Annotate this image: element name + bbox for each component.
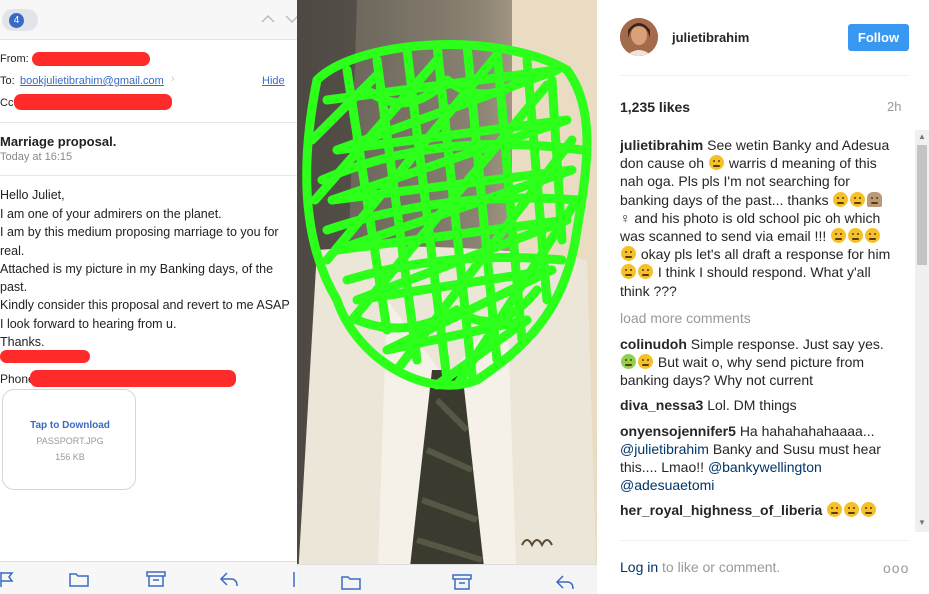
neutral-face-icon xyxy=(833,191,849,207)
caption-text: okay pls let's all draft a response for … xyxy=(640,246,891,263)
rofl-face-icon xyxy=(861,502,877,518)
screenshot-collage: 4 From: To: bookjulietibrahim@gmail.com … xyxy=(0,0,929,594)
compose-icon[interactable] xyxy=(290,570,297,588)
to-address-link[interactable]: bookjulietibrahim@gmail.com xyxy=(20,75,164,87)
hide-link[interactable]: Hide xyxy=(262,75,285,87)
chevron-up-icon[interactable] xyxy=(261,12,275,26)
body-line: I am one of your admirers on the planet. xyxy=(0,207,222,221)
body-line: Attached is my picture in my Banking day… xyxy=(0,262,274,276)
scroll-thumb[interactable] xyxy=(917,145,927,265)
post-time[interactable]: 2h xyxy=(887,99,901,114)
comment-username[interactable]: her_royal_highness_of_liberia xyxy=(620,502,822,518)
comment-username[interactable]: colinudoh xyxy=(620,336,687,352)
tongue-face-icon xyxy=(638,354,653,370)
redaction-from xyxy=(32,52,150,66)
astonished-face-icon xyxy=(708,155,724,171)
body-line: I am by this medium proposing marriage t… xyxy=(0,225,279,239)
person-shrugging-icon xyxy=(867,191,883,207)
divider xyxy=(620,75,909,76)
flag-icon[interactable] xyxy=(0,570,18,588)
thinking-face-icon xyxy=(831,228,847,244)
divider xyxy=(0,122,297,123)
comment: her_royal_highness_of_liberia xyxy=(620,501,892,519)
thinking-face-icon xyxy=(621,246,636,262)
comments-list: julietibrahim See wetin Banky and Adesua… xyxy=(620,136,892,532)
comments-scrollbar[interactable]: ▲ ▼ xyxy=(915,130,929,532)
redaction-signature xyxy=(0,350,90,363)
thinking-face-icon xyxy=(638,264,653,280)
archive-icon[interactable] xyxy=(452,573,472,591)
email-toolbar xyxy=(0,561,297,594)
comment-username[interactable]: diva_nessa3 xyxy=(620,397,703,413)
comment: colinudoh Simple response. Just say yes.… xyxy=(620,335,892,390)
chevron-down-icon[interactable] xyxy=(285,12,297,26)
instagram-panel: julietibrahim Follow 1,235 likes 2h juli… xyxy=(597,0,929,594)
caption: julietibrahim See wetin Banky and Adesua… xyxy=(620,137,891,299)
redaction-cc xyxy=(14,94,172,110)
to-label: To: xyxy=(0,75,15,87)
folder-icon[interactable] xyxy=(69,570,89,588)
comment: diva_nessa3 Lol. DM things xyxy=(620,396,892,414)
email-date: Today at 16:15 xyxy=(0,151,73,163)
passport-photo xyxy=(297,0,597,594)
rofl-face-icon xyxy=(827,502,843,518)
email-panel: 4 From: To: bookjulietibrahim@gmail.com … xyxy=(0,0,297,594)
redaction-phones xyxy=(30,370,236,387)
load-more-comments[interactable]: load more comments xyxy=(620,310,892,326)
avatar[interactable] xyxy=(620,18,658,56)
thinking-face-icon xyxy=(850,191,866,207)
likes-count[interactable]: 1,235 likes xyxy=(620,99,690,115)
follow-button[interactable]: Follow xyxy=(848,24,909,51)
login-prompt: Log in to like or comment. xyxy=(620,559,780,575)
divider xyxy=(0,175,297,176)
tap-to-download[interactable]: Tap to Download xyxy=(3,420,137,431)
thinking-face-icon xyxy=(848,228,864,244)
caption-text: I think I should respond. What y'all thi… xyxy=(620,264,871,299)
body-line: Hello Juliet, xyxy=(0,188,65,202)
from-label: From: xyxy=(0,53,29,65)
folder-icon[interactable] xyxy=(341,573,361,591)
attachment-filename: PASSPORT.JPG xyxy=(36,436,104,446)
archive-icon[interactable] xyxy=(146,570,166,588)
photo-image xyxy=(297,0,597,594)
comment-text: Simple response. Just say yes. xyxy=(690,335,884,352)
scroll-up-arrow-icon[interactable]: ▲ xyxy=(918,133,926,141)
photo-toolbar xyxy=(297,564,597,594)
body-line: past. xyxy=(0,280,28,294)
scroll-down-arrow-icon[interactable]: ▼ xyxy=(918,519,926,527)
email-top-bar: 4 xyxy=(0,0,297,40)
rofl-face-icon xyxy=(844,502,860,518)
more-options-button[interactable]: ooo xyxy=(883,560,909,576)
header-username[interactable]: julietibrahim xyxy=(672,30,749,45)
comment-text: Ha hahahahahaaaa... xyxy=(739,422,875,439)
thinking-face-icon xyxy=(621,264,636,280)
body-line: Thanks. xyxy=(0,335,45,349)
mention-link[interactable]: @adesuaetomi xyxy=(620,477,714,493)
login-link[interactable]: Log in xyxy=(620,559,658,575)
login-prompt-text: to like or comment. xyxy=(662,559,781,575)
chevron-right-icon: › xyxy=(171,73,175,85)
unread-badge[interactable]: 4 xyxy=(9,13,24,28)
attachment-card[interactable]: Tap to Download PASSPORT.JPG 156 KB xyxy=(2,389,136,490)
alien-icon xyxy=(621,354,636,370)
body-line: Kindly consider this proposal and revert… xyxy=(0,298,290,312)
comment-text: But wait o, why send picture from bankin… xyxy=(620,354,865,389)
body-line: real. xyxy=(0,244,25,258)
reply-icon[interactable] xyxy=(219,570,239,588)
body-line: I look forward to hearing from u. xyxy=(0,317,177,331)
attachment-size: 156 KB xyxy=(55,452,85,462)
caption-username[interactable]: julietibrahim xyxy=(620,137,703,153)
mention-link[interactable]: @julietibrahim xyxy=(620,441,709,457)
divider xyxy=(620,540,909,541)
reply-icon[interactable] xyxy=(555,573,575,591)
comment-text: Lol. DM things xyxy=(707,397,797,414)
email-subject: Marriage proposal. xyxy=(0,134,117,149)
comment: onyensojennifer5 Ha hahahahahaaaa... @ju… xyxy=(620,422,892,495)
mention-link[interactable]: @bankywellington xyxy=(708,459,822,475)
comment-username[interactable]: onyensojennifer5 xyxy=(620,423,736,439)
thinking-face-icon xyxy=(865,228,881,244)
avatar-image xyxy=(620,18,658,56)
